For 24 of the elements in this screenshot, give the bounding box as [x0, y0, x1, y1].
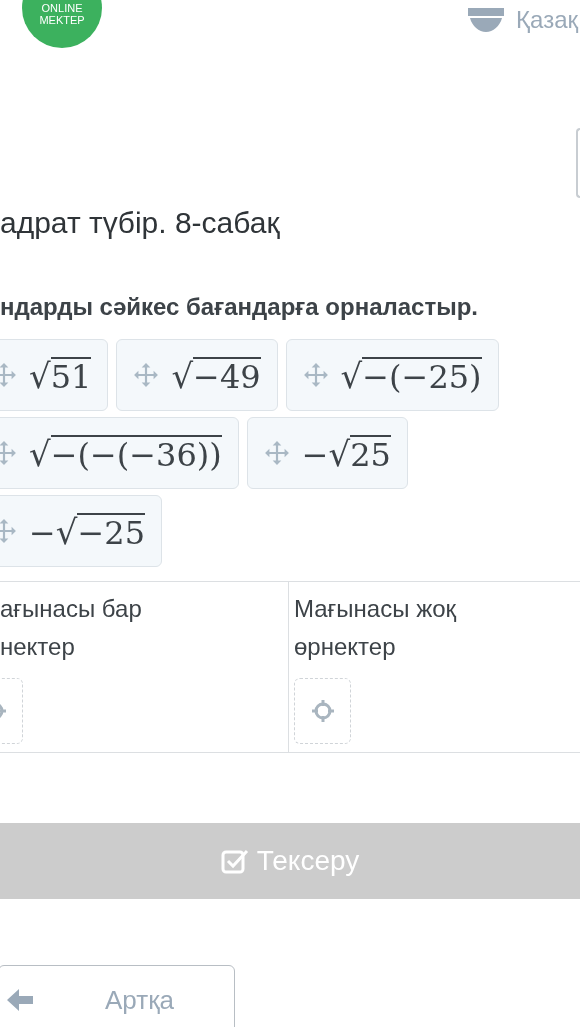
- lesson-title: адрат түбір. 8-сабақ: [0, 205, 281, 241]
- expression-tile[interactable]: √51: [0, 339, 109, 411]
- instruction-text: ндарды сәйкес бағандарға орналастыр.: [0, 292, 479, 322]
- drop-zone[interactable]: [294, 678, 351, 744]
- move-icon: [263, 440, 290, 466]
- target-icon: [310, 699, 335, 723]
- column-heading: Мағынасы жоқ өрнектер: [294, 594, 458, 662]
- math-expression: √−(−(−36)): [29, 435, 222, 471]
- math-expression: √−49: [171, 357, 261, 393]
- checkbox-icon: [220, 848, 249, 874]
- expression-tile[interactable]: √−(−(−36)): [0, 417, 239, 489]
- column-heading: ағынасы бар нектер: [0, 594, 143, 662]
- math-expression: −√25: [301, 435, 391, 471]
- math-expression: −√−25: [29, 513, 145, 549]
- expression-tile[interactable]: −√25: [246, 417, 408, 489]
- math-expression: √−(−25): [340, 357, 482, 393]
- math-expression: √51: [29, 357, 92, 393]
- move-icon: [133, 362, 160, 388]
- move-icon: [302, 362, 329, 388]
- expression-tile[interactable]: −√−25: [0, 495, 162, 567]
- side-button[interactable]: [576, 128, 580, 198]
- expression-tile[interactable]: √−(−25): [285, 339, 499, 411]
- expression-tile[interactable]: √−49: [116, 339, 278, 411]
- arrow-left-icon: [7, 988, 35, 1012]
